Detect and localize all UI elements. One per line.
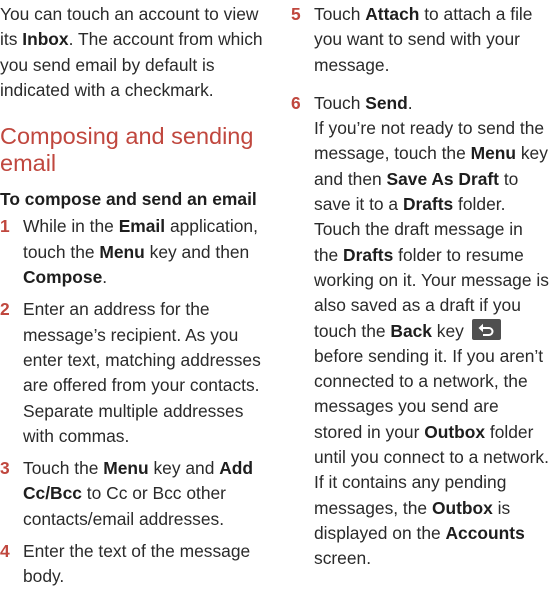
text: key and then [144, 241, 250, 262]
send-term: Send [365, 92, 408, 113]
text: Enter an address for the message’s recip… [23, 299, 261, 446]
text: Touch the [23, 458, 104, 479]
outbox-term: Outbox [424, 421, 486, 442]
section-title: Composing and sending email [0, 123, 254, 177]
step-5: 5 Touch Attach to attach a file you want… [291, 2, 549, 78]
email-term: Email [118, 216, 166, 237]
step-number: 4 [0, 541, 10, 562]
step-3: 3 Touch the Menu key and Add Cc/Bcc to C… [0, 456, 268, 532]
step-number: 2 [0, 299, 10, 320]
intro-paragraph: You can touch an account to view its Inb… [0, 2, 268, 103]
compose-term: Compose [23, 267, 103, 288]
text: key and [148, 458, 220, 479]
step-number: 1 [0, 216, 10, 237]
text: While in the [23, 216, 119, 237]
outbox-term: Outbox [431, 497, 493, 518]
left-column: You can touch an account to view its Inb… [0, 0, 268, 590]
step-6: 6 Touch Send. If you’re not ready to sen… [291, 91, 549, 572]
menu-term: Menu [103, 458, 149, 479]
menu-term: Menu [99, 241, 145, 262]
inbox-term: Inbox [22, 29, 69, 50]
step-number: 5 [291, 4, 301, 24]
step-2: 2 Enter an address for the message’s rec… [0, 297, 268, 449]
drafts-term: Drafts [343, 244, 394, 265]
text: key [431, 320, 469, 341]
text: Touch [314, 4, 366, 24]
attach-term: Attach [365, 4, 420, 24]
text: Enter the text of the message body. [23, 541, 251, 587]
back-term: Back [390, 320, 432, 341]
text: . [407, 92, 413, 113]
menu-term: Menu [470, 143, 517, 164]
step-4: 4 Enter the text of the message body. [0, 539, 268, 590]
step-number: 6 [291, 92, 301, 113]
text: screen. [314, 548, 372, 569]
step-number: 3 [0, 458, 10, 479]
drafts-term: Drafts [402, 194, 454, 215]
step-1: 1 While in the Email application, touch … [0, 214, 268, 290]
right-column: 5 Touch Attach to attach a file you want… [291, 0, 549, 572]
back-arrow-icon [471, 318, 501, 340]
accounts-term: Accounts [445, 522, 525, 543]
save-as-draft-term: Save As Draft [386, 168, 499, 189]
text: . [102, 267, 108, 288]
subheading: To compose and send an email [0, 189, 257, 210]
text: Touch [314, 92, 366, 113]
